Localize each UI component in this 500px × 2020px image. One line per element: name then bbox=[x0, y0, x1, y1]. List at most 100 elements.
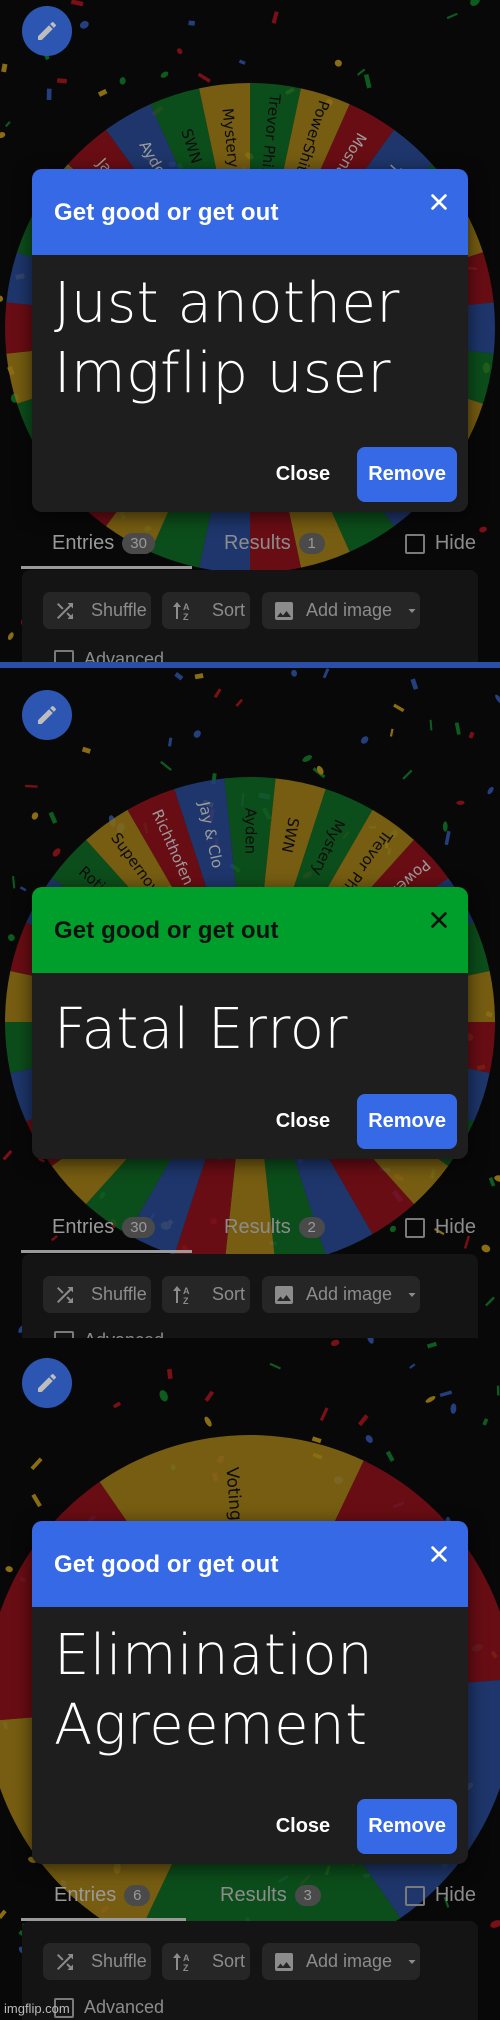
dropdown-arrow-icon[interactable] bbox=[406, 605, 418, 617]
dialog-title: Get good or get out bbox=[54, 917, 279, 944]
hide-checkbox[interactable]: Hide bbox=[404, 1884, 476, 1907]
checkbox-icon bbox=[404, 1217, 425, 1238]
remove-button[interactable]: Remove bbox=[357, 1094, 457, 1149]
dialog-actions: Close Remove bbox=[276, 1799, 457, 1854]
tab-results[interactable]: Results 3 bbox=[220, 1884, 321, 1907]
add-image-button[interactable]: Add image bbox=[262, 1276, 420, 1313]
add-image-button[interactable]: Add image bbox=[262, 1943, 420, 1980]
panel-2: MysteryTrevor Phi...PowerShitterMosnakeK… bbox=[0, 668, 500, 1338]
advanced-checkbox[interactable]: Advanced bbox=[54, 649, 164, 663]
advanced-label: Advanced bbox=[84, 1997, 165, 2017]
results-count-badge: 1 bbox=[298, 533, 325, 554]
shuffle-icon bbox=[57, 602, 73, 619]
dropdown-arrow-icon[interactable] bbox=[406, 1289, 418, 1301]
hide-checkbox[interactable]: Hide bbox=[404, 1216, 476, 1239]
panel-1: Trevor Phi...PowerShitterMosnakeTheGayJa… bbox=[0, 0, 500, 663]
checkbox-icon bbox=[404, 1885, 425, 1906]
sort-label: Sort bbox=[212, 1951, 246, 1971]
hide-label: Hide bbox=[434, 532, 476, 554]
checkbox-icon bbox=[404, 533, 425, 554]
add-image-button[interactable]: Add image bbox=[262, 592, 420, 629]
tab-entries-label: Entries bbox=[52, 1216, 115, 1238]
active-tab-indicator bbox=[21, 566, 192, 569]
add-image-label: Add image bbox=[306, 1951, 393, 1971]
advanced-label: Advanced bbox=[84, 1330, 164, 1338]
shuffle-icon bbox=[57, 1286, 73, 1303]
sort-label: Sort bbox=[212, 1284, 246, 1304]
winner-text: Just another Imgflip user bbox=[54, 271, 400, 406]
close-button[interactable]: Close bbox=[276, 463, 330, 486]
pencil-icon bbox=[38, 21, 56, 40]
winner-text: Elimination Agreement bbox=[54, 1623, 374, 1758]
entries-toolbar: Shuffle AZ Sort Add image Advanced bbox=[22, 570, 478, 663]
svg-text:A: A bbox=[183, 602, 190, 612]
dialog-title: Get good or get out bbox=[54, 1551, 279, 1578]
tab-bar: Entries 6 Results 3 Hide bbox=[20, 1884, 480, 1924]
winner-dialog: Get good or get out Just another Imgflip… bbox=[32, 169, 468, 512]
sort-az-icon: AZ bbox=[173, 601, 190, 622]
close-icon[interactable] bbox=[428, 909, 450, 931]
svg-text:A: A bbox=[183, 1953, 190, 1963]
shuffle-button[interactable]: Shuffle bbox=[43, 1943, 151, 1980]
shuffle-button[interactable]: Shuffle bbox=[43, 592, 151, 629]
panel-3: Voting Get good or get out Elimination A… bbox=[0, 1338, 500, 2020]
advanced-checkbox[interactable]: Advanced bbox=[54, 1330, 164, 1338]
winner-text: Fatal Error bbox=[54, 997, 349, 1062]
imgflip-watermark: imgflip.com bbox=[4, 2001, 70, 2016]
hide-label: Hide bbox=[434, 1216, 476, 1238]
remove-button[interactable]: Remove bbox=[357, 1799, 457, 1854]
checkbox-icon bbox=[54, 1330, 74, 1338]
dialog-actions: Close Remove bbox=[276, 447, 457, 502]
pencil-icon bbox=[38, 1373, 56, 1392]
checkbox-icon bbox=[54, 649, 74, 663]
tab-results-label: Results bbox=[224, 1216, 291, 1238]
tab-results[interactable]: Results 2 bbox=[224, 1216, 325, 1239]
sort-button[interactable]: AZ Sort bbox=[162, 1276, 250, 1313]
close-icon[interactable] bbox=[428, 191, 450, 213]
dialog-header: Get good or get out bbox=[32, 887, 468, 973]
dialog-title: Get good or get out bbox=[54, 199, 279, 226]
sort-label: Sort bbox=[212, 600, 246, 620]
dropdown-arrow-icon[interactable] bbox=[406, 1956, 418, 1968]
edit-button[interactable] bbox=[22, 690, 72, 740]
close-icon[interactable] bbox=[428, 1543, 450, 1565]
close-button[interactable]: Close bbox=[276, 1110, 330, 1133]
tab-entries[interactable]: Entries 6 bbox=[54, 1884, 151, 1907]
dialog-header: Get good or get out bbox=[32, 169, 468, 255]
tab-entries-label: Entries bbox=[52, 532, 115, 554]
winner-dialog: Get good or get out Fatal Error Close Re… bbox=[32, 887, 468, 1159]
tab-entries[interactable]: Entries 30 bbox=[52, 1216, 155, 1239]
tab-results-label: Results bbox=[220, 1884, 287, 1906]
svg-text:Z: Z bbox=[183, 1296, 189, 1306]
tab-bar: Entries 30 Results 1 Hide bbox=[20, 532, 480, 572]
shuffle-label: Shuffle bbox=[91, 600, 147, 620]
shuffle-label: Shuffle bbox=[91, 1284, 147, 1304]
results-count-badge: 2 bbox=[298, 1217, 325, 1238]
sort-az-icon: AZ bbox=[173, 1285, 190, 1306]
tab-results[interactable]: Results 1 bbox=[224, 532, 325, 555]
svg-text:Z: Z bbox=[183, 612, 189, 622]
edit-button[interactable] bbox=[22, 6, 72, 56]
image-icon bbox=[275, 1952, 293, 1971]
sort-button[interactable]: AZ Sort bbox=[162, 1943, 250, 1980]
entries-count-badge: 30 bbox=[122, 533, 155, 554]
remove-button[interactable]: Remove bbox=[357, 447, 457, 502]
edit-button[interactable] bbox=[22, 1358, 72, 1408]
tab-entries-label: Entries bbox=[54, 1884, 117, 1906]
pencil-icon bbox=[38, 705, 56, 724]
sort-az-icon: AZ bbox=[173, 1952, 190, 1973]
shuffle-button[interactable]: Shuffle bbox=[43, 1276, 151, 1313]
close-button[interactable]: Close bbox=[276, 1815, 330, 1838]
results-count-badge: 3 bbox=[294, 1885, 321, 1906]
sort-button[interactable]: AZ Sort bbox=[162, 592, 250, 629]
shuffle-icon bbox=[57, 1953, 73, 1970]
entries-toolbar: Shuffle AZ Sort Add image Advanced bbox=[22, 1921, 478, 2020]
image-icon bbox=[275, 1285, 293, 1304]
winner-dialog: Get good or get out Elimination Agreemen… bbox=[32, 1521, 468, 1864]
tab-entries[interactable]: Entries 30 bbox=[52, 532, 155, 555]
dialog-actions: Close Remove bbox=[276, 1094, 457, 1149]
hide-checkbox[interactable]: Hide bbox=[404, 532, 476, 555]
dialog-header: Get good or get out bbox=[32, 1521, 468, 1607]
entries-count-badge: 30 bbox=[122, 1217, 155, 1238]
advanced-checkbox[interactable]: Advanced bbox=[54, 1997, 164, 2018]
